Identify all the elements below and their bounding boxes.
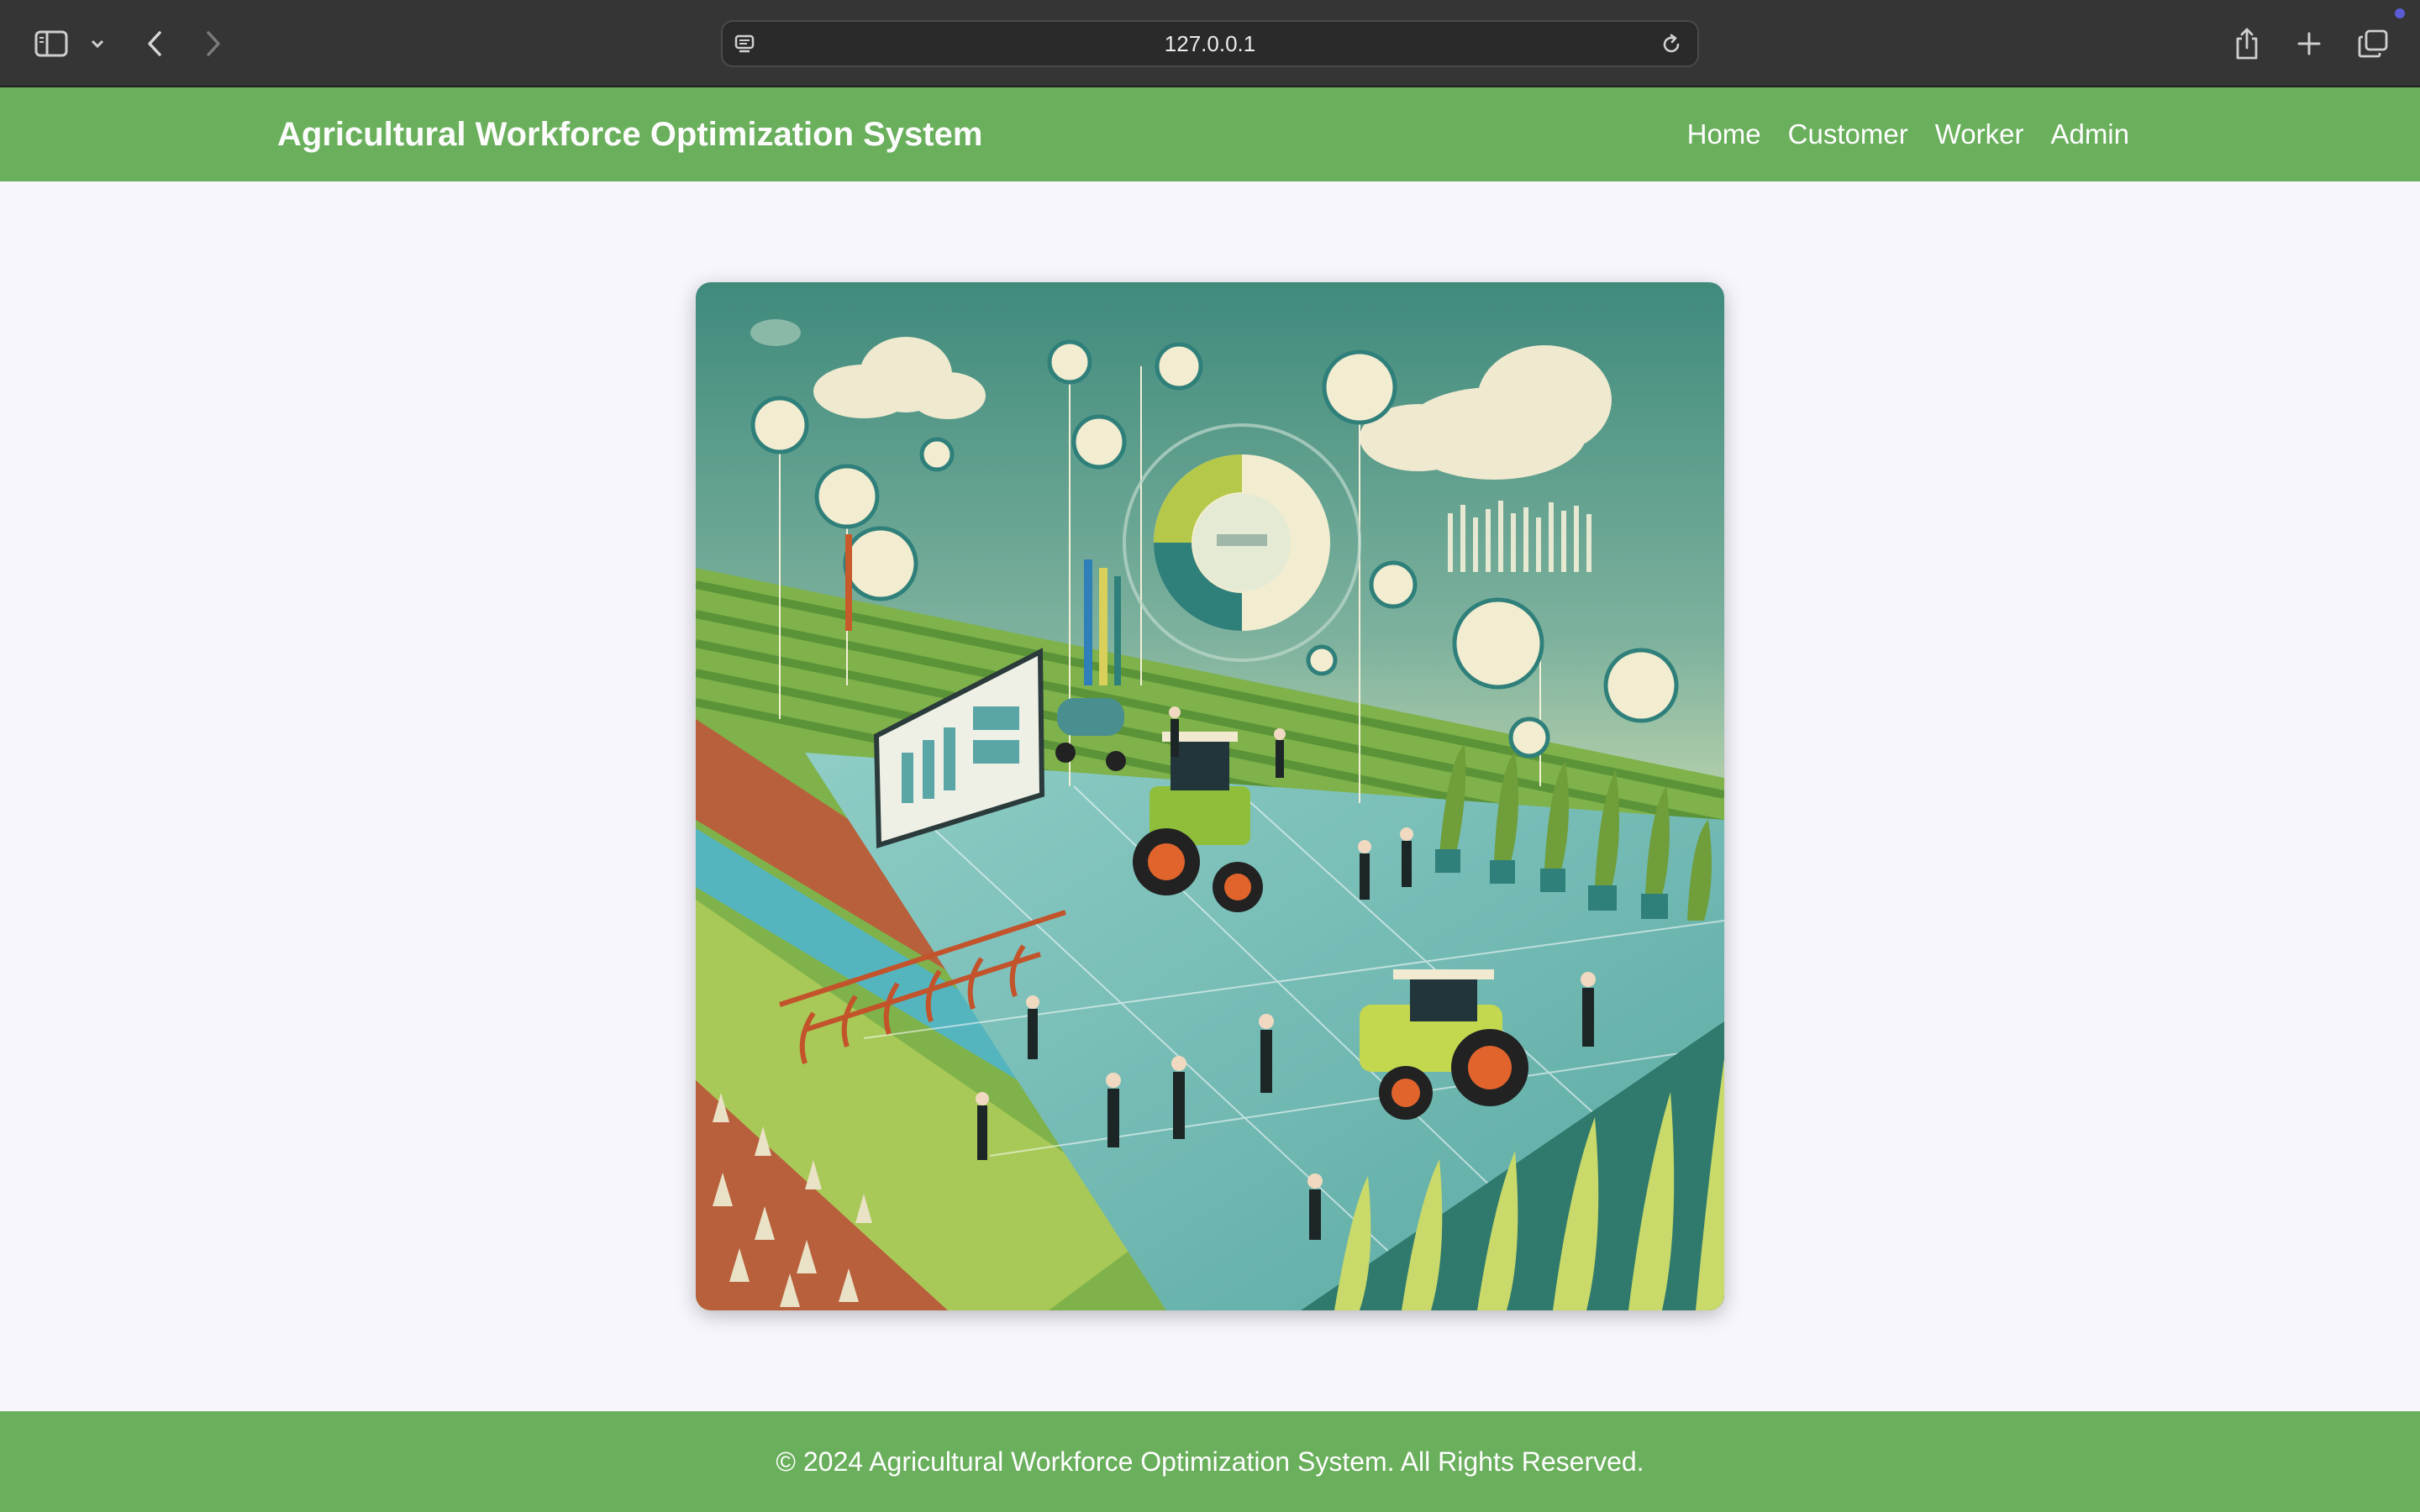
footer-copyright: © 2024 Agricultural Workforce Optimizati… — [776, 1446, 1644, 1477]
nav-link-admin[interactable]: Admin — [2050, 118, 2129, 150]
notification-dot — [2395, 8, 2405, 18]
back-icon[interactable] — [139, 25, 170, 62]
new-tab-icon[interactable] — [2292, 27, 2326, 60]
sidebar-icon[interactable] — [32, 25, 71, 62]
share-icon[interactable] — [2230, 24, 2264, 64]
nav-link-customer[interactable]: Customer — [1788, 118, 1908, 150]
site-footer: © 2024 Agricultural Workforce Optimizati… — [0, 1411, 2420, 1512]
browser-toolbar: 127.0.0.1 — [0, 0, 2420, 87]
main-nav: Home Customer Worker Admin — [1687, 87, 2129, 181]
reload-icon[interactable] — [1659, 32, 1684, 57]
nav-link-home[interactable]: Home — [1687, 118, 1761, 150]
address-bar[interactable]: 127.0.0.1 — [721, 20, 1699, 67]
hero-illustration — [696, 282, 1724, 1310]
site-header: Agricultural Workforce Optimization Syst… — [0, 87, 2420, 181]
site-title[interactable]: Agricultural Workforce Optimization Syst… — [277, 87, 982, 181]
forward-icon[interactable] — [198, 25, 229, 62]
tabs-overview-icon[interactable] — [2354, 25, 2391, 62]
url-text: 127.0.0.1 — [1164, 30, 1256, 56]
nav-link-worker[interactable]: Worker — [1935, 118, 2024, 150]
chevron-down-icon[interactable] — [87, 34, 108, 54]
